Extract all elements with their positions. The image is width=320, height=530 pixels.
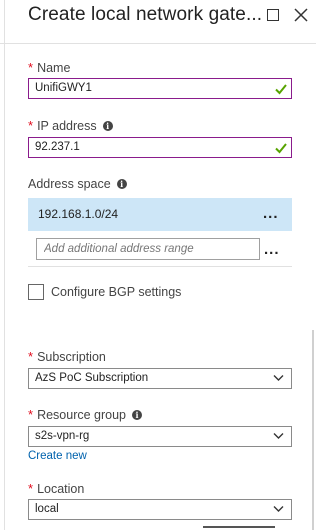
blade-header: Create local network gate... bbox=[0, 0, 316, 44]
location-dropdown[interactable]: local bbox=[28, 499, 292, 520]
divider bbox=[28, 266, 292, 267]
chevron-down-icon bbox=[273, 375, 284, 381]
blade-left-border bbox=[4, 0, 5, 530]
address-space-label-text: Address space bbox=[28, 177, 111, 191]
create-new-link[interactable]: Create new bbox=[28, 450, 87, 462]
configure-bgp-checkbox[interactable] bbox=[28, 284, 44, 300]
required-marker: * bbox=[28, 349, 34, 364]
configure-bgp-label[interactable]: Configure BGP settings bbox=[51, 285, 181, 299]
name-input-value: UnifiGWY1 bbox=[35, 82, 92, 94]
resource-group-dropdown[interactable]: s2s-vpn-rg bbox=[28, 426, 292, 447]
resource-group-label: * Resource group i bbox=[28, 407, 143, 422]
address-range-more-button[interactable]: ... bbox=[263, 205, 279, 222]
close-icon bbox=[294, 8, 308, 22]
resource-group-label-text: Resource group bbox=[37, 407, 127, 422]
location-label-text: Location bbox=[37, 481, 85, 496]
ip-address-input-value: 92.237.1 bbox=[35, 141, 80, 153]
required-marker: * bbox=[28, 407, 34, 422]
resource-group-value: s2s-vpn-rg bbox=[35, 430, 90, 442]
chevron-down-icon bbox=[273, 506, 284, 512]
info-icon[interactable]: i bbox=[132, 409, 143, 420]
blade-title: Create local network gate... bbox=[28, 4, 263, 25]
subscription-label: * Subscription bbox=[28, 349, 106, 364]
checkmark-icon bbox=[275, 84, 287, 95]
required-marker: * bbox=[28, 118, 34, 133]
subscription-label-text: Subscription bbox=[37, 349, 106, 364]
ip-address-input[interactable]: 92.237.1 bbox=[28, 137, 292, 158]
name-label: * Name bbox=[28, 60, 70, 75]
create-local-network-gateway-blade: Create local network gate... * Name Unif… bbox=[0, 0, 316, 530]
required-marker: * bbox=[28, 481, 34, 496]
address-range-row[interactable]: 192.168.1.0/24 ... bbox=[28, 198, 292, 231]
checkmark-icon bbox=[275, 143, 287, 154]
name-label-text: Name bbox=[37, 60, 71, 75]
close-button[interactable] bbox=[290, 4, 312, 26]
maximize-icon bbox=[267, 9, 279, 21]
required-marker: * bbox=[28, 60, 34, 75]
subscription-value: AzS PoC Subscription bbox=[35, 372, 149, 384]
add-address-range-more-button[interactable]: ... bbox=[264, 241, 280, 258]
ip-address-label-text: IP address bbox=[37, 118, 97, 133]
location-label: * Location bbox=[28, 481, 84, 496]
chevron-down-icon bbox=[273, 433, 284, 439]
add-address-range-input[interactable] bbox=[36, 238, 260, 260]
address-space-label: Address space i bbox=[28, 177, 127, 191]
ip-address-label: * IP address i bbox=[28, 118, 113, 133]
location-value: local bbox=[35, 503, 59, 515]
info-icon[interactable]: i bbox=[116, 179, 127, 189]
maximize-button[interactable] bbox=[262, 4, 284, 26]
scrollbar[interactable] bbox=[312, 330, 314, 530]
name-input[interactable]: UnifiGWY1 bbox=[28, 78, 292, 99]
address-range-value: 192.168.1.0/24 bbox=[38, 207, 119, 221]
subscription-dropdown[interactable]: AzS PoC Subscription bbox=[28, 368, 292, 389]
info-icon[interactable]: i bbox=[102, 120, 113, 131]
create-button-edge[interactable] bbox=[203, 526, 275, 528]
